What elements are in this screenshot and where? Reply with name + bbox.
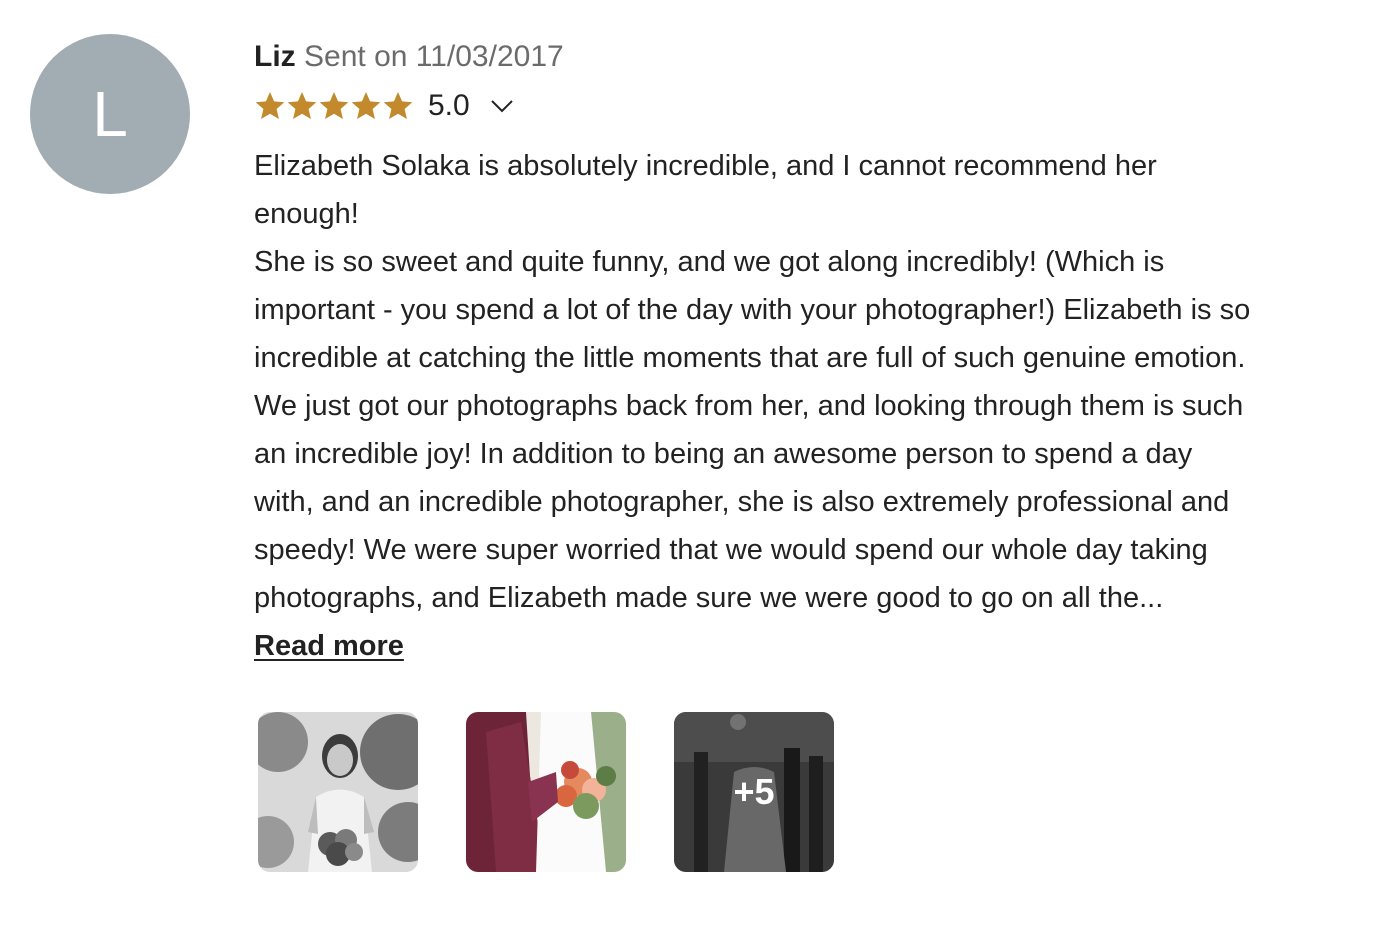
review-line: enough!	[254, 198, 359, 230]
reviewer-avatar: L	[30, 34, 190, 194]
chevron-down-icon[interactable]	[490, 94, 514, 118]
star-icon	[382, 90, 414, 122]
review-line: an incredible joy! In addition to being …	[254, 438, 1193, 470]
review-line: with, and an incredible photographer, sh…	[254, 486, 1230, 518]
review-line: photographs, and Elizabeth made sure we …	[254, 582, 1164, 614]
review-header: Liz Sent on 11/03/2017	[254, 36, 1354, 78]
review-line: incredible at catching the little moment…	[254, 342, 1246, 374]
star-icon	[286, 90, 318, 122]
rating-row: 5.0	[254, 84, 1354, 128]
star-rating	[254, 90, 414, 122]
avatar-initial: L	[92, 78, 128, 150]
review-date: Sent on 11/03/2017	[304, 40, 564, 73]
review-line: speedy! We were super worried that we wo…	[254, 534, 1208, 566]
review-line: We just got our photographs back from he…	[254, 390, 1244, 422]
star-icon	[254, 90, 286, 122]
star-icon	[350, 90, 382, 122]
review-line: Elizabeth Solaka is absolutely incredibl…	[254, 150, 1157, 182]
review-photo-more[interactable]: +5	[674, 712, 834, 872]
review-photo-bouquet[interactable]	[466, 712, 626, 872]
rating-value: 5.0	[428, 89, 470, 122]
star-icon	[318, 90, 350, 122]
review-content: Liz Sent on 11/03/2017 5.0 Elizabeth Sol…	[254, 36, 1354, 670]
reviewer-name: Liz	[254, 40, 296, 73]
read-more-link[interactable]: Read more	[254, 622, 404, 670]
review-body: Elizabeth Solaka is absolutely incredibl…	[254, 142, 1346, 670]
review-photos: +5	[258, 712, 882, 872]
review-line: important - you spend a lot of the day w…	[254, 294, 1251, 326]
review-line: She is so sweet and quite funny, and we …	[254, 246, 1165, 278]
review-photo-bride[interactable]	[258, 712, 418, 872]
more-photos-count: +5	[674, 712, 834, 872]
